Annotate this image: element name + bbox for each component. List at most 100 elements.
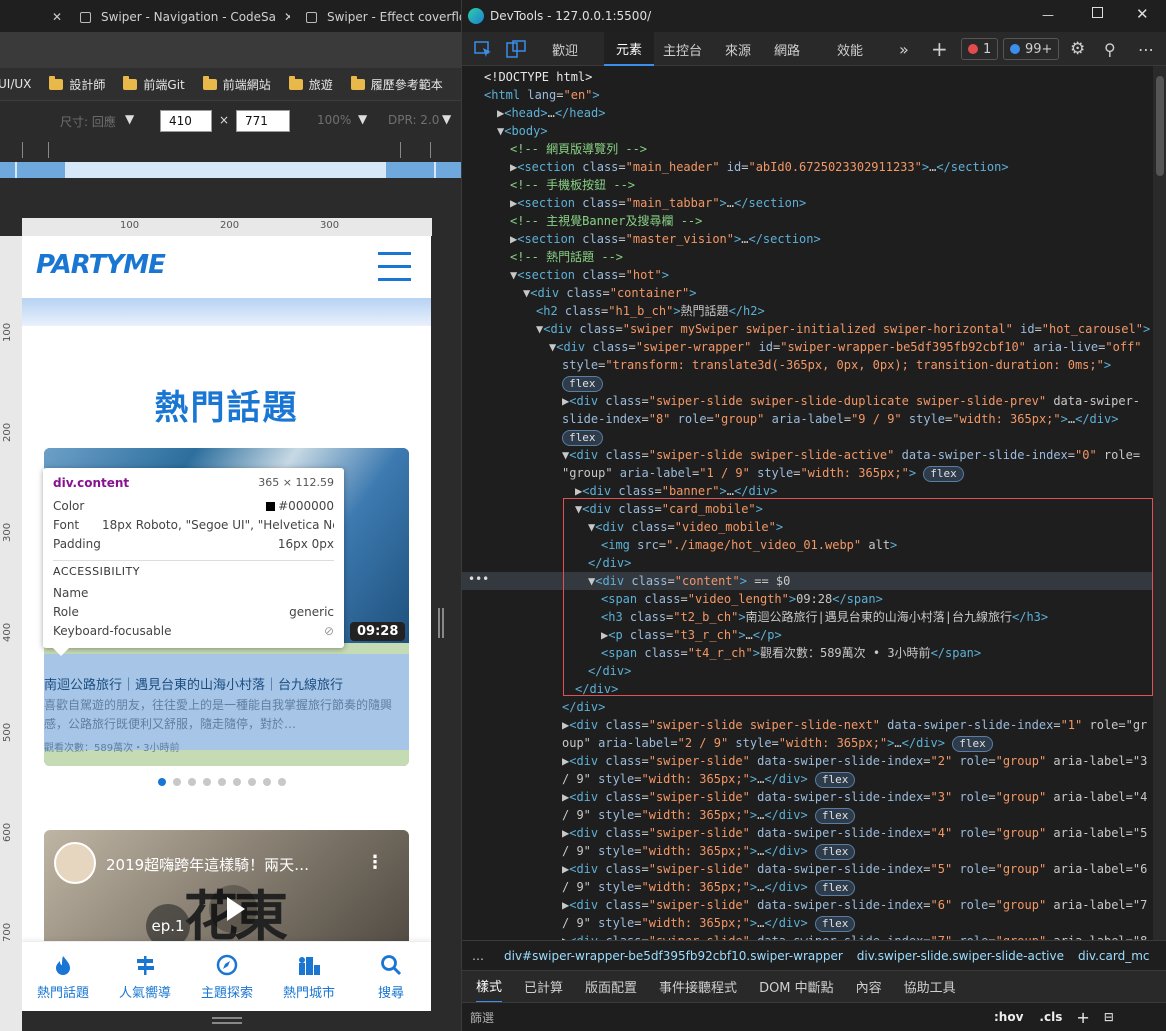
dom-node-line[interactable]: ▶<section class="main_header" id="abId0.… [510, 158, 1009, 176]
tab-hot-topics[interactable]: 熱門話題 [22, 942, 104, 1011]
dom-node-line[interactable]: flex [562, 374, 603, 392]
pagination-dot[interactable] [158, 778, 166, 786]
tab-popular-guides[interactable]: 人氣嚮導 [104, 942, 186, 1011]
dom-node-line[interactable]: <!-- 手機板按鈕 --> [510, 176, 635, 194]
tab-computed[interactable]: 已計算 [524, 977, 563, 996]
dom-node-line[interactable]: / 9" style="width: 365px;">…</div> flex [562, 914, 856, 932]
tab-dom-breakpoints[interactable]: DOM 中斷點 [759, 977, 834, 996]
breadcrumb-item[interactable]: … [472, 949, 484, 963]
media-query-bar[interactable] [0, 162, 461, 178]
tab-styles[interactable]: 樣式 [476, 970, 503, 1003]
tab-sources[interactable]: 來源 [725, 32, 751, 66]
dom-node-line[interactable]: ▶<section class="main_tabbar">…</section… [510, 194, 806, 212]
dom-node-line[interactable]: ▶<section class="master_vision">…</secti… [510, 230, 821, 248]
inspect-icon[interactable] [474, 32, 492, 66]
dom-node-line[interactable]: ▶<div class="swiper-slide" data-swiper-s… [562, 824, 1147, 842]
close-icon[interactable]: ✕ [1136, 5, 1149, 23]
dom-node-line[interactable]: ▶<div class="swiper-slide swiper-slide-n… [562, 716, 1147, 734]
minimize-icon[interactable]: — [1042, 8, 1054, 22]
bookmark-item[interactable]: UI/UX [0, 77, 31, 91]
dom-node-line[interactable]: <!DOCTYPE html> [484, 68, 592, 86]
more-options-icon[interactable]: ⋯ [1138, 32, 1154, 66]
bookmark-item[interactable]: 旅遊 [288, 75, 333, 93]
dom-node-line[interactable]: <!-- 熱門話題 --> [510, 248, 623, 266]
dom-node-line[interactable]: ▶<div class="swiper-slide" data-swiper-s… [562, 896, 1147, 914]
dom-node-line[interactable]: <h2 class="h1_b_ch">熱門話題</h2> [536, 302, 765, 320]
tab-layout[interactable]: 版面配置 [585, 977, 637, 996]
maximize-icon[interactable] [1092, 7, 1103, 18]
tab-welcome[interactable]: 歡迎 [552, 32, 578, 66]
breadcrumb-item[interactable]: div.swiper-slide.swiper-slide-active [857, 949, 1064, 963]
more-tabs-icon[interactable]: » [899, 32, 909, 66]
dom-node-line[interactable]: / 9" style="width: 365px;">…</div> flex [562, 878, 856, 896]
tab-popular-cities[interactable]: 熱門城市 [268, 942, 350, 1011]
side-resize-handle[interactable] [438, 608, 444, 638]
dom-node-line[interactable]: ▶<head>…</head> [497, 104, 605, 122]
browser-tab[interactable]: Swiper - Effect coverflow [306, 4, 461, 30]
card-title[interactable]: 南迴公路旅行｜遇見台東的山海小村落｜台九線旅行 [44, 674, 409, 693]
tab-search[interactable]: 搜尋 [350, 942, 431, 1011]
dom-node-line[interactable]: ▶<div class="swiper-slide" data-swiper-s… [562, 932, 1147, 940]
settings-gear-icon[interactable]: ⚙ [1070, 32, 1085, 66]
dimensions-select[interactable]: 尺寸: 回應 [60, 113, 116, 130]
hamburger-menu-icon[interactable] [378, 252, 411, 282]
bookmark-item[interactable]: 設計師 [49, 75, 105, 93]
dom-node-line[interactable]: ▶<div class="swiper-slide" data-swiper-s… [562, 788, 1147, 806]
dom-node-line[interactable]: ▶<div class="swiper-slide swiper-slide-d… [562, 392, 1140, 410]
tab-performance[interactable]: 效能 [837, 32, 863, 66]
play-icon[interactable] [209, 885, 257, 933]
chevron-down-icon[interactable]: ▼ [442, 112, 451, 126]
dom-node-line[interactable]: ▼<body> [497, 122, 548, 140]
filter-input[interactable]: 篩選 [470, 1009, 970, 1026]
zoom-select[interactable]: 100% [317, 113, 351, 127]
pagination-dot[interactable] [248, 778, 256, 786]
dom-node-line[interactable]: ▼<div class="swiper-wrapper" id="swiper-… [549, 338, 1142, 356]
pagination-dot[interactable] [218, 778, 226, 786]
pagination-dot[interactable] [263, 778, 271, 786]
tab-elements[interactable]: 元素 [604, 32, 655, 66]
tab-network[interactable]: 網路 [774, 32, 800, 66]
address-bar[interactable] [0, 32, 461, 68]
error-badge[interactable]: 1 [961, 38, 999, 60]
dom-node-line[interactable]: </div> [562, 698, 605, 716]
dom-node-line[interactable]: flex [562, 428, 603, 446]
viewport-resize-handle[interactable] [22, 1011, 431, 1031]
dom-node-line[interactable]: ▼<div class="swiper mySwiper swiper-init… [536, 320, 1150, 338]
breadcrumb-item[interactable]: div#swiper-wrapper-be5df395fb92cbf10.swi… [504, 949, 843, 963]
more-vert-icon[interactable]: ⋮ [366, 852, 384, 873]
width-input[interactable]: 410 [160, 110, 212, 132]
tab-close-icon[interactable]: ✕ [284, 10, 290, 24]
tab-accessibility[interactable]: 協助工具 [904, 977, 956, 996]
hov-button[interactable]: :hov [994, 1010, 1023, 1024]
device-toggle-icon[interactable] [506, 32, 526, 66]
dom-node-line[interactable]: <!-- 網頁版導覽列 --> [510, 140, 647, 158]
tab-close-icon[interactable]: ✕ [44, 4, 62, 30]
dom-node-line[interactable]: ▶<div class="swiper-slide" data-swiper-s… [562, 860, 1147, 878]
dom-node-line[interactable]: ▼<div class="swiper-slide swiper-slide-a… [562, 446, 1140, 464]
bookmark-item[interactable]: 履歷參考範本 [350, 75, 443, 93]
pagination-dot[interactable] [233, 778, 241, 786]
add-tab-icon[interactable]: + [931, 32, 948, 66]
dom-node-line[interactable]: style="transform: translate3d(-365px, 0p… [562, 356, 1111, 374]
dom-node-line[interactable]: ▶<div class="swiper-slide" data-swiper-s… [562, 752, 1147, 770]
dom-node-line[interactable]: ▼<section class="hot"> [510, 266, 669, 284]
dom-node-line[interactable]: / 9" style="width: 365px;">…</div> flex [562, 806, 856, 824]
dom-node-line[interactable]: / 9" style="width: 365px;">…</div> flex [562, 770, 856, 788]
height-input[interactable]: 771 [236, 110, 290, 132]
dom-node-line[interactable]: slide-index="8" role="group" aria-label=… [562, 410, 1118, 428]
dom-node-line[interactable]: oup" aria-label="2 / 9" style="width: 36… [562, 734, 993, 752]
browser-tab[interactable]: Swiper - Navigation - CodeSa ✕ [80, 4, 290, 30]
issues-badge[interactable]: 99+ [1003, 38, 1060, 60]
dom-node-line[interactable]: "group" aria-label="1 / 9" style="width:… [562, 464, 964, 482]
toggle-sidebar-icon[interactable]: ⊟ [1104, 1010, 1114, 1024]
dpr-select[interactable]: DPR: 2.0 [388, 113, 439, 127]
bookmark-item[interactable]: 前端網站 [202, 75, 271, 93]
dom-node-line[interactable]: / 9" style="width: 365px;">…</div> flex [562, 842, 856, 860]
tab-explore-themes[interactable]: 主題探索 [186, 942, 268, 1011]
bookmark-item[interactable]: 前端Git [123, 75, 185, 93]
dom-tree-scrollbar[interactable] [1153, 66, 1166, 940]
pagination-dot[interactable] [203, 778, 211, 786]
chevron-down-icon[interactable]: ▼ [358, 112, 367, 126]
add-rule-icon[interactable]: + [1076, 1008, 1089, 1027]
tab-console[interactable]: 主控台 [663, 32, 702, 66]
